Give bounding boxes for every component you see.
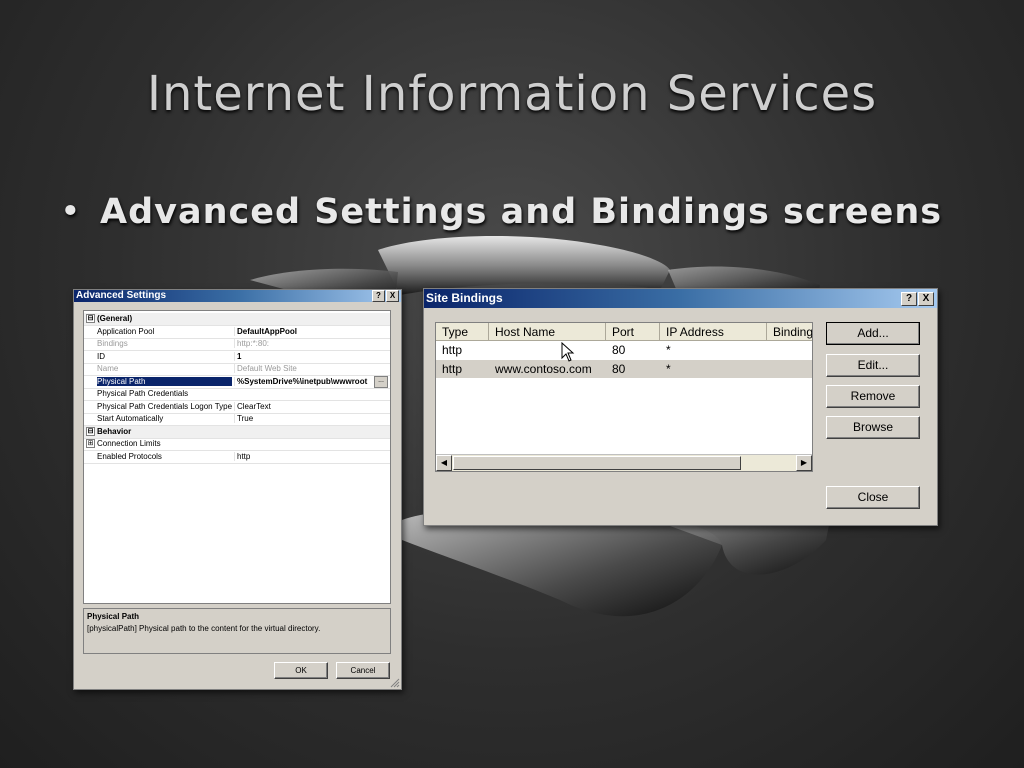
cell-type: http [442, 362, 463, 376]
scroll-left-icon[interactable]: ◀ [436, 455, 452, 471]
property-key: Physical Path Credentials [97, 389, 189, 398]
property-value[interactable]: 1 [234, 352, 391, 361]
bullet-point: • Advanced Settings and Bindings screens [60, 192, 942, 232]
property-row-physical-path-credentials[interactable]: Physical Path Credentials [84, 388, 390, 401]
browse-button[interactable]: Browse [826, 416, 920, 439]
property-description-panel: Physical Path [physicalPath] Physical pa… [83, 608, 391, 654]
cell-host: www.contoso.com [495, 362, 592, 376]
advanced-settings-titlebar[interactable]: Advanced Settings ? X [74, 290, 401, 302]
cell-type: http [442, 343, 463, 357]
property-value[interactable]: http [234, 452, 391, 461]
close-dialog-button[interactable]: Close [826, 486, 920, 509]
description-title: Physical Path [87, 612, 140, 621]
resize-grip-icon[interactable] [390, 678, 400, 688]
expand-icon[interactable]: ⊞ [86, 439, 95, 448]
property-category-label: (General) [97, 314, 133, 323]
property-key: Bindings [97, 339, 128, 348]
property-row-name[interactable]: Name Default Web Site [84, 363, 390, 376]
help-button[interactable]: ? [372, 290, 385, 302]
property-key: Enabled Protocols [97, 452, 162, 461]
bullet-text: Advanced Settings and Bindings screens [100, 192, 943, 232]
property-value[interactable]: Default Web Site [234, 364, 391, 373]
description-text: [physicalPath] Physical path to the cont… [87, 624, 321, 633]
collapse-icon[interactable]: ⊟ [86, 314, 95, 323]
property-value[interactable]: DefaultAppPool [234, 327, 391, 336]
cell-port: 80 [612, 343, 626, 357]
property-key: Start Automatically [97, 414, 164, 423]
scroll-thumb[interactable] [453, 456, 741, 470]
property-key: Name [97, 364, 119, 373]
edit-button[interactable]: Edit... [826, 354, 920, 377]
ok-button[interactable]: OK [274, 662, 328, 679]
column-header-type[interactable]: Type [436, 323, 489, 341]
column-header-port[interactable]: Port [606, 323, 660, 341]
property-row-connection-limits[interactable]: ⊞ Connection Limits [84, 438, 390, 451]
column-header-ip-address[interactable]: IP Address [660, 323, 767, 341]
property-category-label: Behavior [97, 427, 132, 436]
close-button[interactable]: X [918, 292, 934, 306]
advanced-settings-title: Advanced Settings [76, 290, 167, 301]
property-value[interactable]: %SystemDrive%\inetpub\wwwroot [234, 377, 375, 386]
add-button[interactable]: Add... [826, 322, 920, 345]
property-row-bindings[interactable]: Bindings http:*:80: [84, 338, 390, 351]
property-key: Connection Limits [97, 439, 161, 448]
property-key: Application Pool [97, 327, 155, 336]
property-row-start-automatically[interactable]: Start Automatically True [84, 413, 390, 426]
horizontal-scrollbar[interactable]: ◀ ▶ [436, 454, 812, 471]
cancel-button[interactable]: Cancel [336, 662, 390, 679]
property-category-general[interactable]: ⊟ (General) [84, 313, 390, 326]
site-bindings-titlebar[interactable]: Site Bindings ? X [424, 289, 937, 308]
browse-path-button[interactable]: ... [374, 376, 388, 388]
cell-port: 80 [612, 362, 626, 376]
property-value[interactable]: http:*:80: [234, 339, 391, 348]
property-key: Physical Path Credentials Logon Type [97, 402, 232, 411]
column-header-binding[interactable]: Binding [767, 323, 812, 341]
remove-button[interactable]: Remove [826, 385, 920, 408]
help-button[interactable]: ? [901, 292, 917, 306]
mouse-pointer-icon [561, 342, 575, 362]
cell-ip: * [666, 362, 671, 376]
advanced-settings-dialog: Advanced Settings ? X ⊟ (General) Applic… [73, 289, 402, 690]
property-value[interactable]: True [234, 414, 391, 423]
table-row[interactable]: http www.contoso.com 80 * [436, 360, 812, 378]
bindings-list[interactable]: Type Host Name Port IP Address Binding h… [435, 322, 813, 472]
cell-ip: * [666, 343, 671, 357]
table-row[interactable]: http 80 * [436, 341, 812, 359]
property-key: Physical Path [97, 377, 232, 386]
property-key: ID [97, 352, 105, 361]
property-row-enabled-protocols[interactable]: Enabled Protocols http [84, 451, 390, 464]
slide-title: Internet Information Services [146, 66, 878, 122]
site-bindings-dialog: Site Bindings ? X Type Host Name Port IP… [423, 288, 938, 526]
property-grid[interactable]: ⊟ (General) Application Pool DefaultAppP… [83, 310, 391, 604]
scroll-right-icon[interactable]: ▶ [796, 455, 812, 471]
property-value[interactable]: ClearText [234, 402, 391, 411]
site-bindings-title: Site Bindings [426, 291, 503, 305]
close-button[interactable]: X [386, 290, 399, 302]
bullet-icon: • [60, 192, 82, 232]
column-header-host-name[interactable]: Host Name [489, 323, 606, 341]
collapse-icon[interactable]: ⊟ [86, 427, 95, 436]
